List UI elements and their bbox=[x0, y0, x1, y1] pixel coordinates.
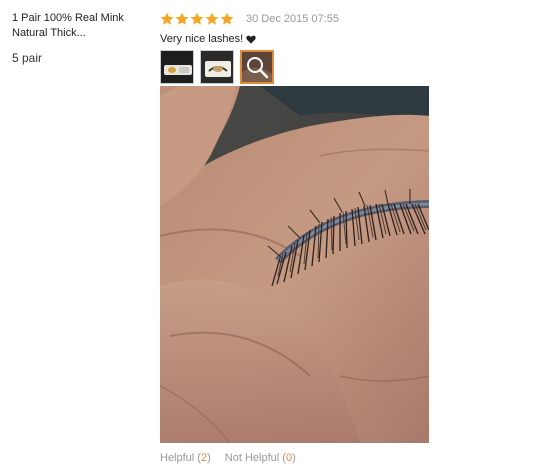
review: 30 Dec 2015 07:55 Very nice lashes! bbox=[160, 12, 530, 84]
not-helpful-button[interactable]: Not Helpful (0) bbox=[225, 452, 296, 464]
review-date: 30 Dec 2015 07:55 bbox=[246, 13, 339, 25]
magnify-thumbnail[interactable] bbox=[240, 50, 274, 84]
star-icon bbox=[160, 12, 174, 25]
star-icon bbox=[205, 12, 219, 25]
product-title[interactable]: 1 Pair 100% Real Mink Natural Thick... bbox=[12, 11, 152, 41]
review-photo[interactable] bbox=[160, 86, 429, 443]
review-text-row: Very nice lashes! bbox=[160, 32, 530, 46]
lash-case-thumbnail[interactable] bbox=[160, 50, 194, 84]
helpful-row: Helpful (2) Not Helpful (0) bbox=[160, 452, 296, 464]
rating-stars bbox=[160, 12, 234, 26]
helpful-button[interactable]: Helpful (2) bbox=[160, 452, 211, 464]
helpful-label: Helpful bbox=[160, 452, 195, 464]
not-helpful-label: Not Helpful bbox=[224, 452, 280, 464]
product-info: 1 Pair 100% Real Mink Natural Thick... 5… bbox=[12, 11, 152, 65]
review-text: Very nice lashes! bbox=[160, 33, 244, 45]
review-meta: 30 Dec 2015 07:55 bbox=[160, 12, 530, 26]
lash-box-thumbnail[interactable] bbox=[200, 50, 234, 84]
not-helpful-count: 0 bbox=[285, 452, 293, 464]
star-icon bbox=[220, 12, 234, 25]
product-variant: 5 pair bbox=[12, 51, 43, 65]
helpful-count: 2 bbox=[200, 452, 208, 464]
star-icon bbox=[190, 12, 204, 25]
heart-icon bbox=[246, 35, 256, 44]
review-thumbnails bbox=[160, 50, 530, 84]
star-icon bbox=[175, 12, 189, 25]
